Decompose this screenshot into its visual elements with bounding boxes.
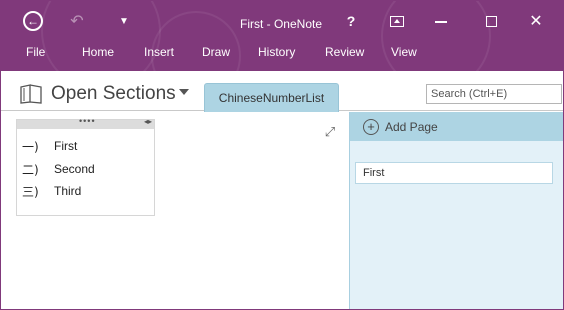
ribbon-tabs: File Home Insert Draw History Review Vie… [1,41,563,65]
list-item-text: First [54,139,78,153]
list-number: 三) [22,184,39,199]
onenote-window: ← ↶ ▼ First - OneNote ? ✕ File Home Inse… [0,0,564,310]
note-container[interactable]: •••• ◂▸ 一) First 二) Second 三) Third [16,116,155,216]
add-page-button[interactable]: + Add Page [350,112,563,141]
plus-circle-icon: + [363,118,379,135]
list-item[interactable]: 一) First [22,137,77,155]
maximize-icon[interactable] [481,10,501,32]
tab-review[interactable]: Review [325,45,364,59]
list-number: 一) [22,139,39,154]
notebook-title[interactable]: Open Sections [51,83,176,105]
tab-file[interactable]: File [26,45,45,59]
expand-icon[interactable]: ⤢ [323,125,337,139]
add-page-label: Add Page [385,119,438,134]
list-item-text: Third [54,184,82,198]
tab-section-chinesenumberlist[interactable]: ChineseNumberList [204,83,339,112]
title-bar: ← ↶ ▼ First - OneNote ? ✕ [1,1,563,39]
list-item[interactable]: 二) Second [22,160,95,178]
search-input[interactable]: Search (Ctrl+E) [426,84,562,104]
grip-icon: •••• [79,116,96,126]
back-arrow-icon: ← [23,11,43,31]
notebook-icon[interactable] [19,84,43,104]
tab-view[interactable]: View [391,45,417,59]
tab-history[interactable]: History [258,45,295,59]
tab-draw[interactable]: Draw [202,45,230,59]
list-item-text: Second [54,162,95,176]
window-title: First - OneNote [239,17,323,31]
note-drag-handle[interactable]: •••• ◂▸ [17,116,154,129]
tab-home[interactable]: Home [82,45,114,59]
full-page-view-icon[interactable] [387,10,407,32]
resize-arrows-icon[interactable]: ◂▸ [144,117,152,126]
back-button[interactable]: ← [21,10,45,32]
chevron-down-icon[interactable] [179,89,189,95]
list-number: 二) [22,162,39,177]
customize-qat-icon[interactable]: ▼ [117,10,131,32]
minimize-icon[interactable] [431,10,451,32]
page-item-first[interactable]: First [355,162,553,184]
tab-insert[interactable]: Insert [144,45,174,59]
list-item[interactable]: 三) Third [22,182,81,200]
page-list-pane: + Add Page First [349,112,563,309]
help-button[interactable]: ? [343,10,359,32]
title-ribbon-band: ← ↶ ▼ First - OneNote ? ✕ File Home Inse… [1,1,563,71]
close-icon[interactable]: ✕ [526,10,546,32]
undo-icon[interactable]: ↶ [67,10,87,32]
